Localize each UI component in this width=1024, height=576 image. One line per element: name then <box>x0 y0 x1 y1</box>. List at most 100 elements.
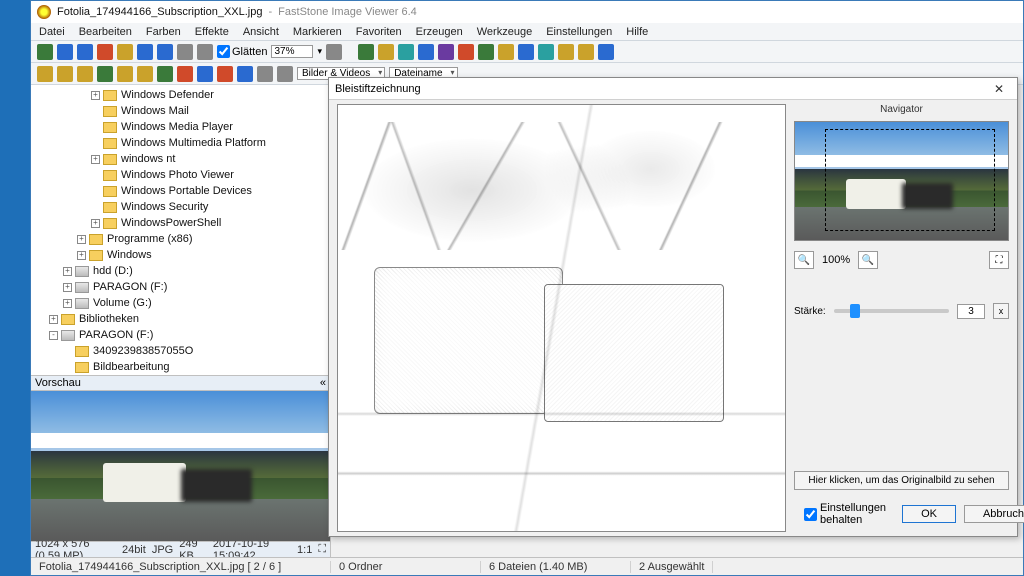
fullscreen-icon[interactable]: ⛶ <box>318 543 326 556</box>
tree-row[interactable]: -PARAGON (F:) <box>31 327 330 343</box>
tree-row[interactable]: +PARAGON (F:) <box>31 279 330 295</box>
menu-markieren[interactable]: Markieren <box>293 26 342 38</box>
tree-row[interactable]: +Programme (x86) <box>31 231 330 247</box>
wand-icon[interactable] <box>326 44 342 60</box>
menu-favoriten[interactable]: Favoriten <box>356 26 402 38</box>
view2-icon[interactable] <box>277 66 293 82</box>
expand-icon[interactable]: + <box>91 155 100 164</box>
tool8-icon[interactable] <box>498 44 514 60</box>
keep-settings-checkbox[interactable]: Einstellungen behalten <box>804 502 886 526</box>
titlebar[interactable]: Fotolia_174944166_Subscription_XXL.jpg -… <box>31 1 1023 23</box>
navigator-viewport[interactable] <box>825 129 995 230</box>
show-original-button[interactable]: Hier klicken, um das Originalbild zu seh… <box>794 471 1009 490</box>
tool7-icon[interactable] <box>478 44 494 60</box>
navigator-thumb[interactable] <box>794 121 1009 241</box>
back-icon[interactable] <box>137 44 153 60</box>
tool1-icon[interactable] <box>358 44 374 60</box>
menu-einstellungen[interactable]: Einstellungen <box>546 26 612 38</box>
folder-up-icon[interactable] <box>37 66 53 82</box>
menu-erzeugen[interactable]: Erzeugen <box>416 26 463 38</box>
saveas-icon[interactable] <box>77 44 93 60</box>
view1-icon[interactable] <box>257 66 273 82</box>
menu-bearbeiten[interactable]: Bearbeiten <box>79 26 132 38</box>
print-icon[interactable] <box>578 44 594 60</box>
tool4-icon[interactable] <box>418 44 434 60</box>
zoom-out-icon[interactable] <box>177 44 193 60</box>
expand-icon[interactable]: + <box>49 315 58 324</box>
tool9-icon[interactable] <box>518 44 534 60</box>
tree-row[interactable]: +WindowsPowerShell <box>31 215 330 231</box>
menu-farben[interactable]: Farben <box>146 26 181 38</box>
folder3-icon[interactable] <box>137 66 153 82</box>
refresh-icon[interactable] <box>97 66 113 82</box>
tool5-icon[interactable] <box>438 44 454 60</box>
acquire-icon[interactable] <box>37 44 53 60</box>
menu-hilfe[interactable]: Hilfe <box>626 26 648 38</box>
expand-icon[interactable]: + <box>77 235 86 244</box>
email-icon[interactable] <box>558 44 574 60</box>
save-icon[interactable] <box>57 44 73 60</box>
menu-effekte[interactable]: Effekte <box>195 26 229 38</box>
selectall-icon[interactable] <box>237 66 253 82</box>
folder2-icon[interactable] <box>117 66 133 82</box>
tree-row[interactable]: Windows Photo Viewer <box>31 167 330 183</box>
cancel-button[interactable]: Abbruch <box>964 505 1024 523</box>
delete-icon[interactable] <box>97 44 113 60</box>
effect-preview-canvas[interactable] <box>337 104 786 532</box>
tree-row[interactable]: +windows nt <box>31 151 330 167</box>
tree-row[interactable]: Windows Media Player <box>31 119 330 135</box>
slider-knob[interactable] <box>850 304 860 318</box>
strength-slider[interactable] <box>834 309 949 313</box>
menu-ansicht[interactable]: Ansicht <box>243 26 279 38</box>
zoom-in-button[interactable]: 🔍 <box>794 251 814 269</box>
tree-row[interactable]: Windows Mail <box>31 103 330 119</box>
strength-reset-button[interactable]: x <box>993 303 1009 319</box>
expand-icon[interactable]: + <box>63 267 72 276</box>
tree-row[interactable]: Windows Portable Devices <box>31 183 330 199</box>
menu-werkzeuge[interactable]: Werkzeuge <box>477 26 532 38</box>
tree-row[interactable]: +Windows Defender <box>31 87 330 103</box>
forward-icon[interactable] <box>157 44 173 60</box>
tree-row[interactable]: 340923983857055O <box>31 343 330 359</box>
folder-tree[interactable]: +Windows DefenderWindows MailWindows Med… <box>31 85 330 375</box>
tree-row[interactable]: +Bibliotheken <box>31 311 330 327</box>
tool2-icon[interactable] <box>378 44 394 60</box>
collapse-icon[interactable]: « <box>320 377 326 389</box>
tree-row[interactable]: Windows Security <box>31 199 330 215</box>
remove-icon[interactable] <box>217 66 233 82</box>
navigator-label: Navigator <box>794 104 1009 115</box>
folder-icon[interactable] <box>57 66 73 82</box>
dropdown-icon[interactable]: ▾ <box>317 46 322 57</box>
tag1-icon[interactable] <box>157 66 173 82</box>
tree-row[interactable]: Windows Multimedia Platform <box>31 135 330 151</box>
zoom-in-icon[interactable] <box>197 44 213 60</box>
tree-row[interactable]: Bildbearbeitung <box>31 359 330 375</box>
tool10-icon[interactable] <box>538 44 554 60</box>
fav-icon[interactable] <box>77 66 93 82</box>
tool3-icon[interactable] <box>398 44 414 60</box>
strength-spinbox[interactable]: 3 <box>957 304 985 319</box>
expand-icon[interactable]: + <box>91 91 100 100</box>
ok-button[interactable]: OK <box>902 505 956 523</box>
preview-pane[interactable] <box>31 391 330 541</box>
zoom-combo[interactable]: 37% <box>271 45 313 58</box>
expand-icon[interactable]: + <box>77 251 86 260</box>
tree-row[interactable]: +Volume (G:) <box>31 295 330 311</box>
tree-row[interactable]: +hdd (D:) <box>31 263 330 279</box>
expand-icon[interactable]: + <box>63 283 72 292</box>
close-icon[interactable]: ✕ <box>987 80 1011 98</box>
expand-icon[interactable]: + <box>91 219 100 228</box>
zoom-fit-button[interactable]: ⛶ <box>989 251 1009 269</box>
undo-icon[interactable] <box>117 44 133 60</box>
menu-datei[interactable]: Datei <box>39 26 65 38</box>
dialog-titlebar[interactable]: Bleistiftzeichnung ✕ <box>329 78 1017 100</box>
settings-icon[interactable] <box>598 44 614 60</box>
expand-icon[interactable]: + <box>63 299 72 308</box>
smooth-checkbox[interactable]: Glätten <box>217 45 267 58</box>
tag3-icon[interactable] <box>197 66 213 82</box>
zoom-out-button[interactable]: 🔍 <box>858 251 878 269</box>
expand-icon[interactable]: - <box>49 331 58 340</box>
tag2-icon[interactable] <box>177 66 193 82</box>
tree-row[interactable]: +Windows <box>31 247 330 263</box>
tool6-icon[interactable] <box>458 44 474 60</box>
